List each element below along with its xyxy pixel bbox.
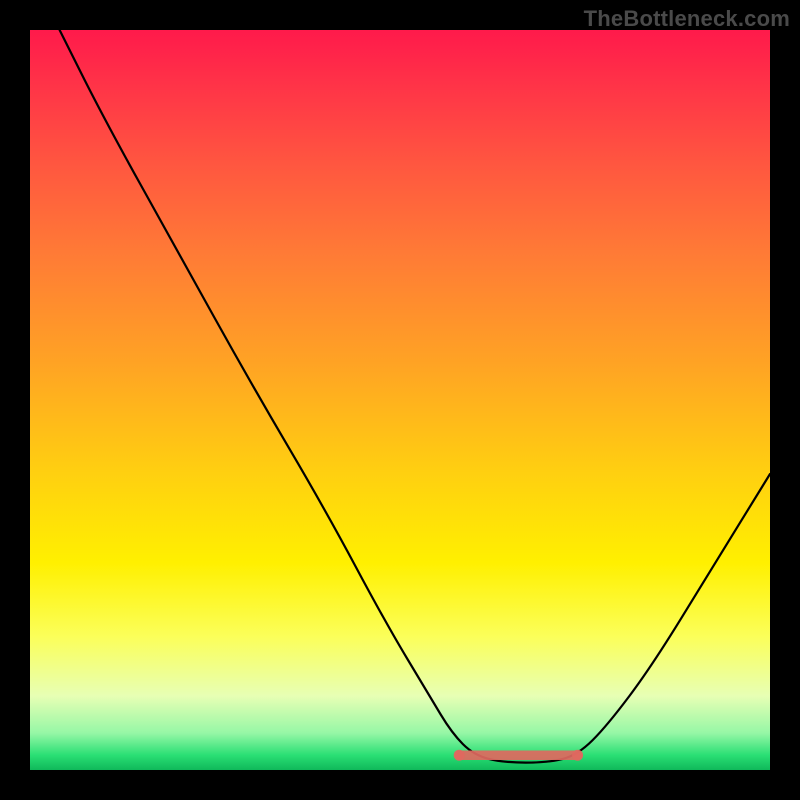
- optimal-range-end-dot: [572, 750, 583, 761]
- bottleneck-curve: [60, 30, 770, 763]
- bottleneck-curve-svg: [30, 30, 770, 770]
- plot-area: [30, 30, 770, 770]
- chart-frame: TheBottleneck.com: [0, 0, 800, 800]
- optimal-range-start-dot: [454, 750, 465, 761]
- watermark-label: TheBottleneck.com: [584, 6, 790, 32]
